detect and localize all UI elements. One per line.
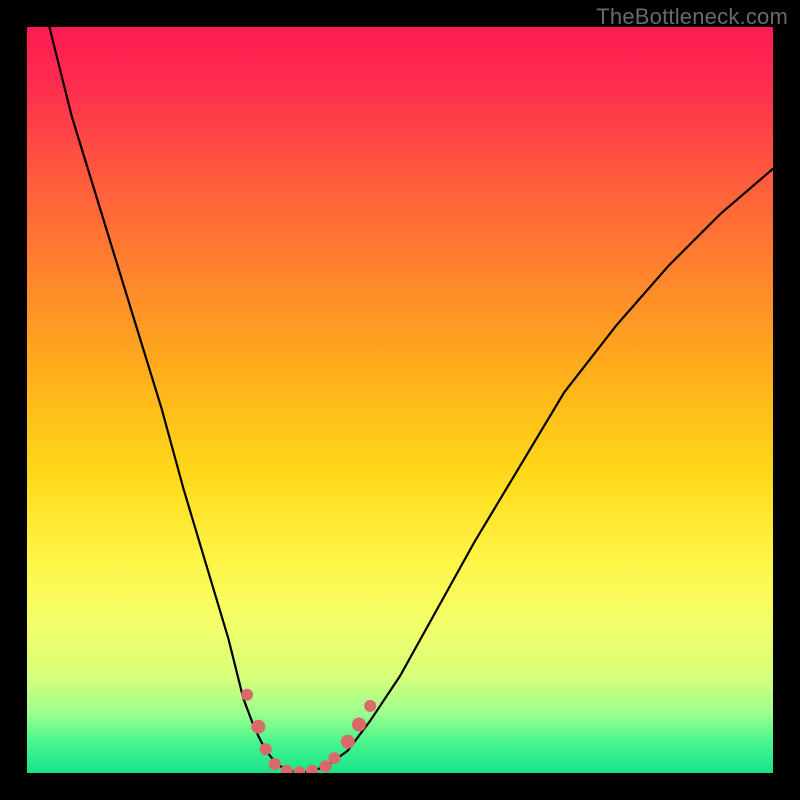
marker-dot [306,765,318,773]
marker-dot [364,700,376,712]
marker-dot [352,718,366,732]
left-curve [49,27,303,773]
marker-dot [341,735,355,749]
curves-svg [27,27,773,773]
curve-markers [241,689,376,773]
marker-dot [319,760,331,772]
marker-dot [251,720,265,734]
marker-dot [281,765,293,773]
marker-dot [260,743,272,755]
plot-area [27,27,773,773]
marker-dot [328,752,340,764]
marker-dot [241,689,253,701]
chart-frame: TheBottleneck.com [0,0,800,800]
marker-dot [293,766,305,773]
marker-dot [269,758,281,770]
right-curve [303,169,773,773]
